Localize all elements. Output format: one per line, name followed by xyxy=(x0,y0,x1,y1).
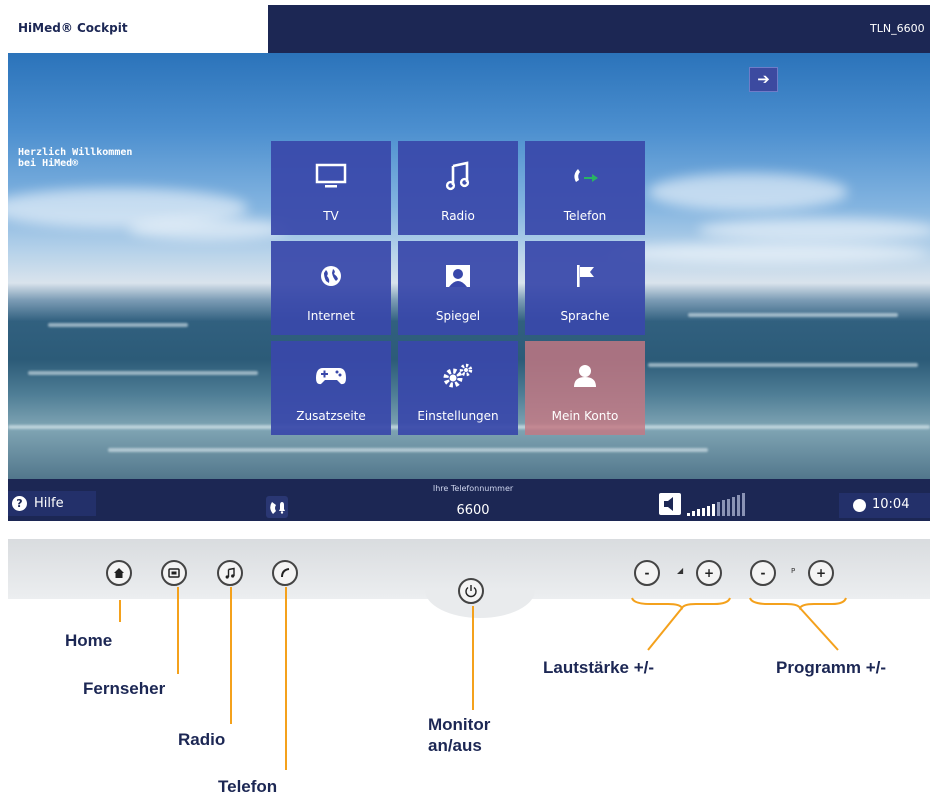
leader-line-tv xyxy=(177,587,179,674)
gears-icon xyxy=(398,361,518,391)
tile-label: Sprache xyxy=(560,309,610,323)
callout-home: Home xyxy=(65,631,113,650)
phone-number: 6600 xyxy=(456,503,490,518)
leader-brackets xyxy=(631,597,847,651)
volume-bar xyxy=(707,505,710,516)
volume-bar xyxy=(727,498,730,516)
monitor-screen: HiMed® Cockpit TLN_6600 ➔ Herzlich Willk… xyxy=(8,5,930,521)
portrait-icon xyxy=(398,261,518,291)
tile-label: Mein Konto xyxy=(551,409,619,423)
bottom-bar: ? Hilfe Ihre Telefonnummer 6600 10:04 xyxy=(8,479,930,521)
tile-label: TV xyxy=(323,209,339,223)
clock: 10:04 xyxy=(839,493,930,518)
volume-down-button[interactable]: - xyxy=(634,560,660,586)
tile-telefon[interactable]: Telefon xyxy=(525,141,645,235)
volume-bar xyxy=(742,493,745,516)
help-label: Hilfe xyxy=(34,496,64,511)
volume-bar xyxy=(702,507,705,516)
volume-bar xyxy=(737,495,740,516)
clock-icon xyxy=(853,499,866,512)
volume-bar xyxy=(722,500,725,516)
music-note-icon xyxy=(225,567,235,579)
minus-icon: - xyxy=(760,566,766,580)
hardware-tv-button[interactable] xyxy=(161,560,187,586)
callout-monitor: Monitor an/aus xyxy=(428,715,491,755)
volume-bar xyxy=(692,511,695,516)
speaker-mute-button[interactable] xyxy=(659,493,681,515)
volume-up-button[interactable]: + xyxy=(696,560,722,586)
home-icon xyxy=(114,568,124,578)
program-mark: P xyxy=(791,567,796,575)
clock-time: 10:04 xyxy=(872,497,910,512)
callout-radio: Radio xyxy=(178,730,226,749)
phone-number-caption: Ihre Telefonnummer xyxy=(432,484,514,493)
brand-area: HiMed® Cockpit xyxy=(8,5,268,53)
music-note-icon xyxy=(398,161,518,191)
volume-bar xyxy=(687,513,690,516)
help-button[interactable]: ? Hilfe xyxy=(8,491,96,516)
volume-bar xyxy=(697,509,700,516)
globe-icon xyxy=(271,261,391,291)
volume-icon: ◢ xyxy=(677,566,684,575)
user-icon xyxy=(525,361,645,391)
tile-label: Radio xyxy=(441,209,475,223)
hardware-home-button[interactable] xyxy=(106,560,132,586)
tile-label: Zusatzseite xyxy=(296,409,366,423)
minus-icon: - xyxy=(644,566,650,580)
next-page-button[interactable]: ➔ xyxy=(749,67,778,92)
phone-ringer-button[interactable] xyxy=(266,496,288,518)
volume-bar xyxy=(732,496,735,516)
hardware-phone-button[interactable] xyxy=(272,560,298,586)
leader-line-radio xyxy=(230,587,232,724)
flag-icon xyxy=(525,261,645,291)
phone-icon xyxy=(281,568,290,578)
welcome-text: Herzlich Willkommen bei HiMed® xyxy=(18,147,133,169)
program-up-button[interactable]: + xyxy=(808,560,834,586)
phone-icon xyxy=(525,161,645,191)
plus-icon: + xyxy=(703,566,715,580)
question-icon: ? xyxy=(12,496,27,511)
volume-bar xyxy=(712,504,715,516)
callout-programm: Programm +/- xyxy=(776,658,887,677)
arrow-right-icon: ➔ xyxy=(757,70,770,88)
app-tile-grid: TV Radio Telefon Internet Spiegel Sprach… xyxy=(271,141,651,437)
callout-telefon: Telefon xyxy=(218,777,278,796)
leader-line-home xyxy=(119,600,121,622)
hardware-power-button[interactable] xyxy=(458,578,484,604)
tile-label: Einstellungen xyxy=(417,409,499,423)
tile-tv[interactable]: TV xyxy=(271,141,391,235)
app-title: HiMed® Cockpit xyxy=(18,21,128,35)
volume-bar xyxy=(717,502,720,516)
hardware-radio-button[interactable] xyxy=(217,560,243,586)
tile-internet[interactable]: Internet xyxy=(271,241,391,335)
speaker-icon xyxy=(664,497,673,511)
tv-icon xyxy=(168,567,180,578)
tile-sprache[interactable]: Sprache xyxy=(525,241,645,335)
tile-spiegel[interactable]: Spiegel xyxy=(398,241,518,335)
phone-bell-icon xyxy=(270,502,285,514)
tile-einstellungen[interactable]: Einstellungen xyxy=(398,341,518,435)
power-icon xyxy=(465,585,477,598)
tile-label: Internet xyxy=(307,309,355,323)
leader-line-telefon xyxy=(285,587,287,770)
leader-line-monitor xyxy=(472,606,474,710)
tile-radio[interactable]: Radio xyxy=(398,141,518,235)
top-bar: HiMed® Cockpit TLN_6600 xyxy=(8,5,930,53)
user-id-label: TLN_6600 xyxy=(870,22,925,35)
tile-label: Spiegel xyxy=(435,309,481,323)
gamepad-icon xyxy=(271,361,391,391)
tv-icon xyxy=(271,161,391,191)
callout-fernseher: Fernseher xyxy=(83,679,166,698)
callout-lautstaerke: Lautstärke +/- xyxy=(543,658,655,677)
program-down-button[interactable]: - xyxy=(750,560,776,586)
volume-level-indicator[interactable] xyxy=(687,492,747,516)
tile-zusatzseite[interactable]: Zusatzseite xyxy=(271,341,391,435)
tile-mein-konto[interactable]: Mein Konto xyxy=(525,341,645,435)
tile-label: Telefon xyxy=(563,209,607,223)
plus-icon: + xyxy=(815,566,827,580)
